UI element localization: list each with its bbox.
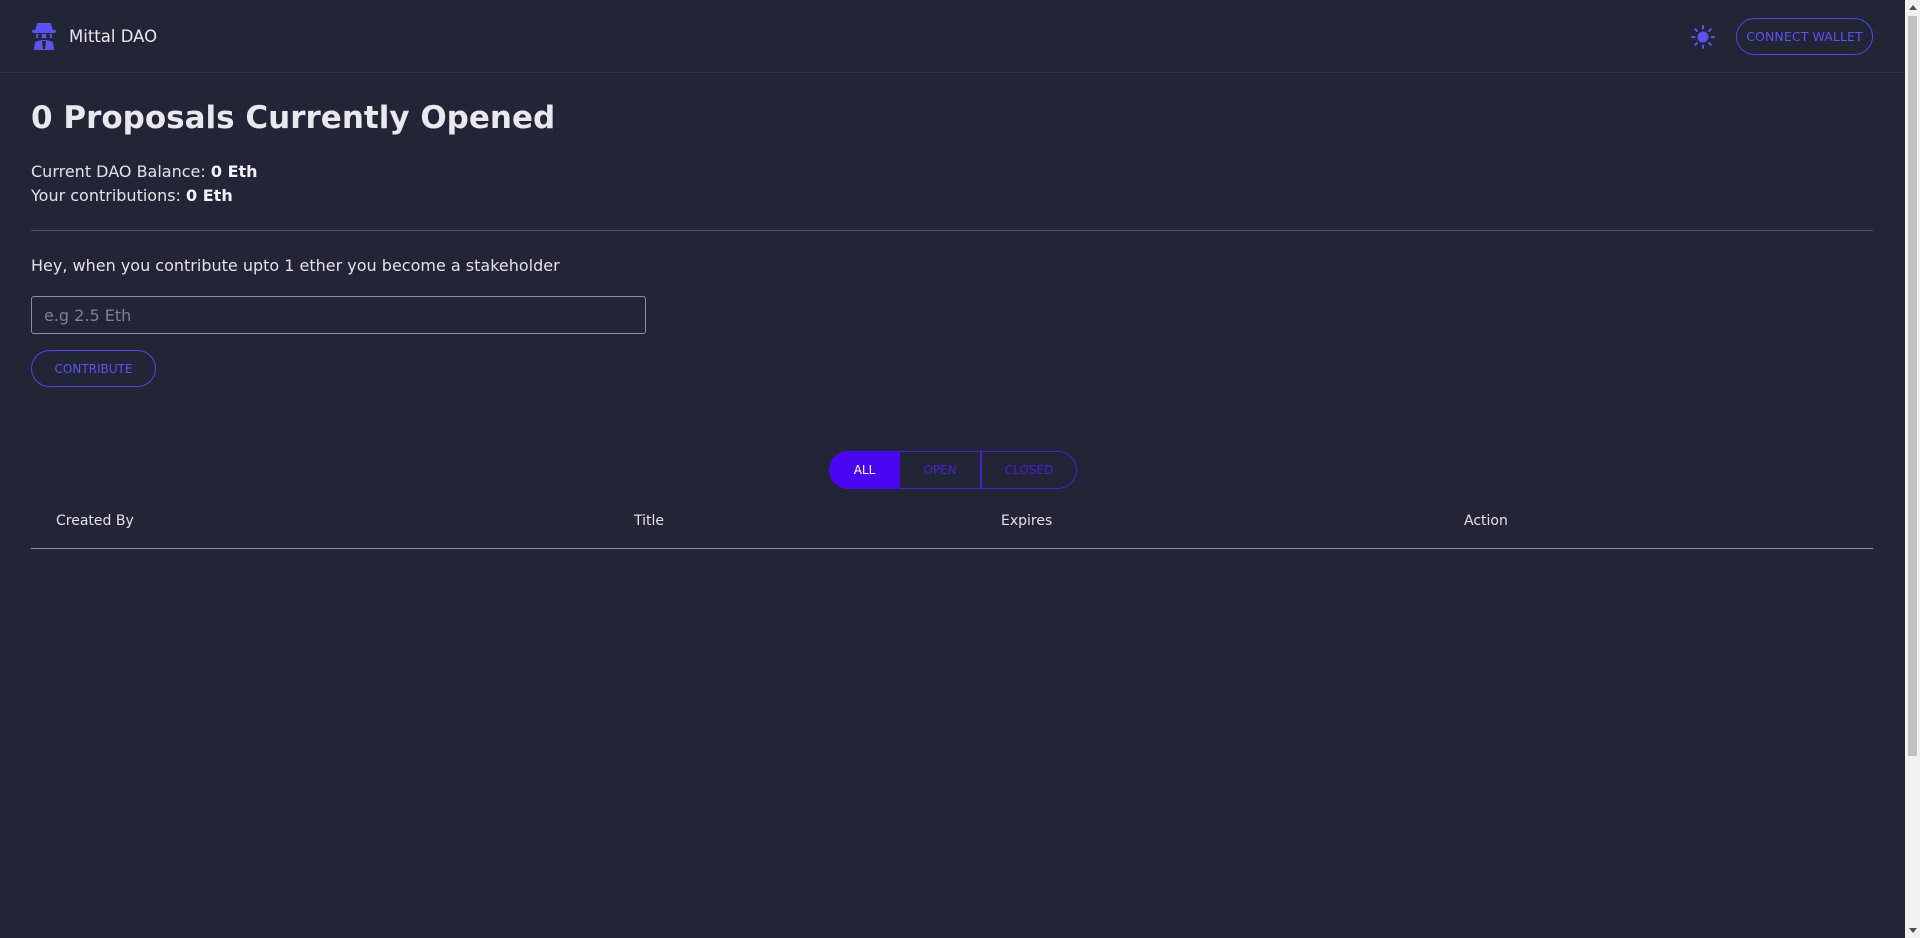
user-contributions: Your contributions: 0 Eth bbox=[31, 184, 258, 208]
brand[interactable]: Mittal DAO bbox=[32, 22, 157, 50]
page: Mittal DAO CONNECT WALLET 0 Proposals Cu… bbox=[0, 0, 1920, 938]
proposals-table-header: Created By Title Expires Action bbox=[31, 502, 1873, 549]
theme-toggle-button[interactable] bbox=[1690, 24, 1716, 50]
stakeholder-hint: Hey, when you contribute upto 1 ether yo… bbox=[31, 256, 560, 275]
column-header-created-by: Created By bbox=[56, 513, 134, 529]
contribute-button[interactable]: CONTRIBUTE bbox=[31, 350, 156, 387]
page-title: 0 Proposals Currently Opened bbox=[31, 100, 556, 136]
user-contributions-label: Your contributions: bbox=[31, 186, 187, 205]
app-header: Mittal DAO CONNECT WALLET bbox=[0, 0, 1905, 73]
spy-icon bbox=[32, 23, 56, 50]
dao-balance-value: 0 Eth bbox=[210, 162, 258, 181]
sun-icon bbox=[1691, 25, 1715, 49]
scrollbar-thumb[interactable] bbox=[1908, 16, 1917, 756]
scroll-down-arrow-icon[interactable] bbox=[1905, 923, 1920, 938]
connect-wallet-button[interactable]: CONNECT WALLET bbox=[1736, 18, 1873, 55]
filter-open-button[interactable]: OPEN bbox=[900, 451, 981, 489]
filter-closed-button[interactable]: CLOSED bbox=[981, 451, 1077, 489]
app-name: Mittal DAO bbox=[69, 26, 158, 46]
column-header-title: Title bbox=[634, 513, 665, 529]
dao-balance-label: Current DAO Balance: bbox=[31, 162, 211, 181]
column-header-expires: Expires bbox=[1001, 513, 1053, 529]
contribution-amount-input[interactable] bbox=[31, 296, 646, 334]
scroll-up-arrow-icon[interactable] bbox=[1905, 0, 1920, 15]
dao-balance: Current DAO Balance: 0 Eth bbox=[31, 160, 258, 184]
dao-stats: Current DAO Balance: 0 Eth Your contribu… bbox=[31, 160, 258, 208]
section-divider bbox=[31, 230, 1873, 231]
proposal-filter-group: ALL OPEN CLOSED bbox=[829, 451, 1077, 489]
filter-all-button[interactable]: ALL bbox=[829, 451, 900, 489]
column-header-action: Action bbox=[1464, 513, 1508, 529]
vertical-scrollbar[interactable] bbox=[1905, 0, 1920, 938]
user-contributions-value: 0 Eth bbox=[186, 186, 233, 205]
